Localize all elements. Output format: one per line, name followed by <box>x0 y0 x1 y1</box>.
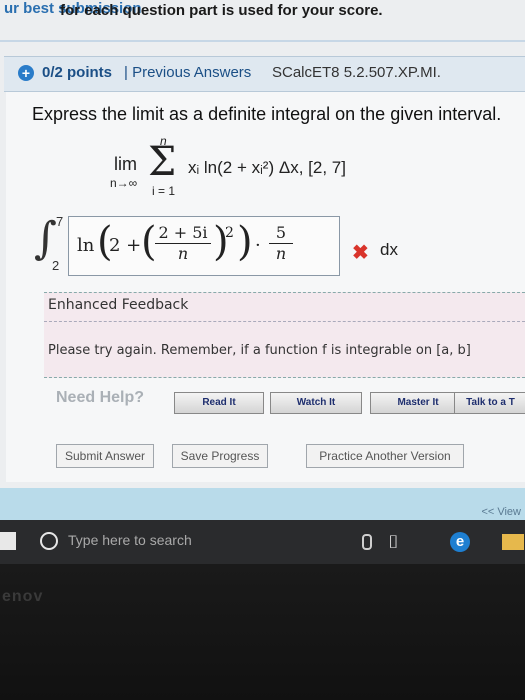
ans-inner-den: n <box>177 244 189 263</box>
score-note-text: for each question part is used for your … <box>60 2 383 19</box>
question-header: + 0/2 points | Previous Answers SCalcET8… <box>4 56 525 92</box>
view-link[interactable]: << View <box>481 506 521 518</box>
ans-outer-den: n <box>275 244 287 263</box>
bezel-logo: enov <box>2 588 44 605</box>
previous-answers-label[interactable]: Previous Answers <box>132 64 251 81</box>
question-code: SCalcET8 5.2.507.XP.MI. <box>272 64 441 81</box>
integral-lower-limit: 2 <box>52 258 60 273</box>
integral-sign: ∫ <box>34 213 57 264</box>
file-explorer-icon[interactable] <box>502 534 524 550</box>
browser-viewport: ur best submission for each question par… <box>0 0 525 535</box>
task-view-icon[interactable]: ⌷ <box>388 532 399 553</box>
points-label: 0/2 points <box>42 64 113 81</box>
microphone-icon[interactable] <box>362 534 372 550</box>
practice-another-version-button[interactable]: Practice Another Version <box>306 444 464 468</box>
ans-dot: · <box>255 235 261 256</box>
ans-outer-fraction: 5 n <box>269 223 293 264</box>
summand: xᵢ ln(2 + xᵢ²) Δx, [2, 7] <box>188 158 346 177</box>
taskbar-search-input[interactable]: Type here to search <box>68 532 192 548</box>
save-progress-button[interactable]: Save Progress <box>172 444 268 468</box>
help-row: Need Help? Read It Watch It Master It Ta… <box>56 384 525 418</box>
ans-two-plus: 2 + <box>109 235 142 256</box>
ans-inner-num: 2 + 5i <box>155 223 211 244</box>
read-it-button[interactable]: Read It <box>174 392 264 414</box>
cortana-circle-icon[interactable] <box>40 532 58 550</box>
limit-expression: lim n→∞ n Σ i = 1 xᵢ ln(2 + xᵢ²) Δx, [2,… <box>110 134 400 200</box>
ans-outer-num: 5 <box>269 223 293 244</box>
laptop-bezel: enov <box>0 564 525 700</box>
lim-subscript: n→∞ <box>110 176 138 190</box>
windows-taskbar: Type here to search ⌷ e <box>0 520 525 564</box>
score-note: ur best submission for each question par… <box>0 0 525 26</box>
answer-expression: ln ( 2 + ( 2 + 5i n ) 2 ) · 5 n <box>75 219 331 267</box>
feedback-title: Enhanced Feedback <box>48 297 189 313</box>
ans-inner-fraction: 2 + 5i n <box>155 223 211 264</box>
integral-upper-limit: 7 <box>56 214 64 229</box>
lim-label: lim <box>114 154 137 174</box>
integral-answer-row: ∫ 7 2 ln ( 2 + ( 2 + 5i n ) 2 ) · 5 n ✖ … <box>30 212 470 280</box>
ans-ln: ln <box>77 235 95 256</box>
divider <box>0 40 525 42</box>
x-mark-icon: ✖ <box>352 242 369 264</box>
submit-answer-button[interactable]: Submit Answer <box>56 444 154 468</box>
sigma-symbol: Σ <box>148 139 177 185</box>
previous-answers-link[interactable]: | Previous Answers <box>124 64 251 81</box>
ans-close-paren: ) <box>237 219 253 265</box>
talk-to-tutor-button[interactable]: Talk to a T <box>454 392 525 414</box>
header-separator: | <box>124 64 128 81</box>
watch-it-button[interactable]: Watch It <box>270 392 362 414</box>
action-row: Submit Answer Save Progress Practice Ano… <box>56 440 525 470</box>
question-prompt: Express the limit as a definite integral… <box>32 104 502 124</box>
sigma-lower: i = 1 <box>152 184 176 198</box>
master-it-button[interactable]: Master It <box>370 392 466 414</box>
windows-start-icon[interactable] <box>0 532 16 550</box>
feedback-text: Please try again. Remember, if a functio… <box>48 343 471 358</box>
dx-label: dx <box>380 240 398 259</box>
expand-plus-icon[interactable]: + <box>18 65 34 81</box>
edge-browser-icon[interactable]: e <box>450 532 470 552</box>
enhanced-feedback-panel: Enhanced Feedback Please try again. Reme… <box>44 292 525 378</box>
need-help-label: Need Help? <box>56 389 145 406</box>
answer-input[interactable]: ln ( 2 + ( 2 + 5i n ) 2 ) · 5 n <box>68 216 340 276</box>
ans-power: 2 <box>225 225 234 241</box>
feedback-divider <box>44 321 525 322</box>
